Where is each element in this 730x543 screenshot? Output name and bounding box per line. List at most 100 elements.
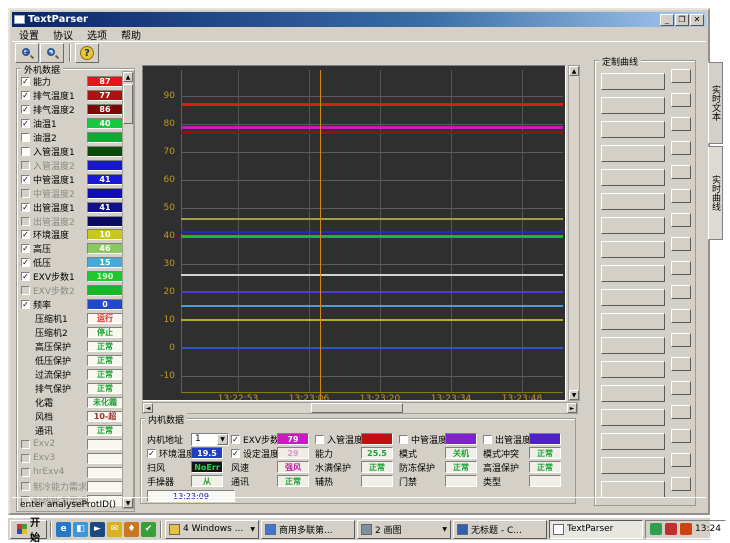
checkbox[interactable]: ✓	[21, 91, 30, 100]
curve-slot-button[interactable]	[601, 73, 665, 90]
antivirus-icon[interactable]	[680, 523, 692, 535]
chart-vertical-scrollbar[interactable]: ▲ ▼	[568, 65, 580, 401]
curve-slot-button[interactable]	[601, 121, 665, 138]
checkbox[interactable]: ✓	[21, 272, 30, 281]
checkbox[interactable]	[483, 435, 492, 444]
curve-slot-button[interactable]	[601, 145, 665, 162]
curve-slot-small-button[interactable]	[671, 237, 691, 251]
taskbar-button[interactable]: 2 画图▼	[357, 520, 451, 539]
zoom-out-button[interactable]: -	[40, 43, 64, 63]
curve-slot-button[interactable]	[601, 337, 665, 354]
checkbox[interactable]: ✓	[21, 300, 30, 309]
curve-slot-small-button[interactable]	[671, 333, 691, 347]
curve-slot-small-button[interactable]	[671, 453, 691, 467]
taskbar-button[interactable]: 4 Windows ...▼	[165, 520, 259, 539]
scroll-left-icon[interactable]: ◄	[143, 403, 153, 413]
curve-slot-small-button[interactable]	[671, 213, 691, 227]
network-icon[interactable]	[665, 523, 677, 535]
checkbox[interactable]: ✓	[231, 435, 240, 444]
checkbox[interactable]: ✓	[21, 230, 30, 239]
curve-slot-small-button[interactable]	[671, 261, 691, 275]
chart-cursor-line[interactable]	[320, 70, 321, 401]
chart-scroll-thumb[interactable]	[311, 403, 403, 413]
curve-slot-small-button[interactable]	[671, 189, 691, 203]
curve-slot-small-button[interactable]	[671, 309, 691, 323]
curve-slot-small-button[interactable]	[671, 429, 691, 443]
chevron-down-icon[interactable]: ▼	[217, 434, 228, 445]
restore-button[interactable]: ❐	[675, 14, 689, 26]
checkbox[interactable]	[21, 133, 30, 142]
curve-slot-small-button[interactable]	[671, 117, 691, 131]
check-icon[interactable]: ✔	[141, 522, 156, 537]
menu-item-0[interactable]: 设置	[12, 27, 46, 42]
checkbox[interactable]: ✓	[21, 119, 30, 128]
menu-item-1[interactable]: 协议	[46, 27, 80, 42]
curve-slot-small-button[interactable]	[671, 285, 691, 299]
curve-slot-button[interactable]	[601, 385, 665, 402]
player-icon[interactable]: ►	[90, 522, 105, 537]
checkbox[interactable]: ✓	[147, 449, 156, 458]
menu-item-2[interactable]: 选项	[80, 27, 114, 42]
checkbox[interactable]: ✓	[21, 175, 30, 184]
curve-slot-small-button[interactable]	[671, 405, 691, 419]
scroll-right-icon[interactable]: ►	[567, 403, 577, 413]
curve-slot-small-button[interactable]	[671, 477, 691, 491]
outdoor-scroll-thumb[interactable]	[123, 84, 133, 124]
checkbox[interactable]: ✓	[231, 449, 240, 458]
realtime-curve-chart[interactable]: 9080706050403020100-1013:22:5313:23:0613…	[142, 65, 566, 401]
ie-icon[interactable]: e	[56, 522, 71, 537]
curve-slot-button[interactable]	[601, 97, 665, 114]
taskbar-button-label: 4 Windows ...	[183, 524, 250, 534]
tab-realtime-text[interactable]: 实时文本	[708, 62, 723, 144]
curve-slot-button[interactable]	[601, 193, 665, 210]
curve-slot-button[interactable]	[601, 433, 665, 450]
checkbox[interactable]	[399, 435, 408, 444]
checkbox[interactable]: ✓	[21, 105, 30, 114]
indoor-address-dropdown[interactable]: 1▼	[191, 433, 229, 446]
outdoor-item-row: 过流保护正常	[19, 368, 123, 381]
scroll-down-icon[interactable]: ▼	[569, 390, 579, 400]
outdoor-item-label: 出管温度1	[33, 201, 75, 214]
curve-slot-small-button[interactable]	[671, 165, 691, 179]
checkbox[interactable]: ✓	[21, 77, 30, 86]
curve-slot-button[interactable]	[601, 289, 665, 306]
chart-horizontal-scrollbar[interactable]: ◄ ►	[142, 402, 578, 414]
curve-slot-button[interactable]	[601, 457, 665, 474]
curve-slot-button[interactable]	[601, 361, 665, 378]
menu-item-3[interactable]: 帮助	[114, 27, 148, 42]
curve-slot-button[interactable]	[601, 241, 665, 258]
curve-slot-small-button[interactable]	[671, 357, 691, 371]
scroll-up-icon[interactable]: ▲	[569, 66, 579, 76]
zoom-in-button[interactable]: +	[15, 43, 39, 63]
checkbox[interactable]	[315, 435, 324, 444]
start-button[interactable]: 开始	[10, 520, 47, 539]
curve-slot-small-button[interactable]	[671, 69, 691, 83]
taskbar-button[interactable]: 商用多联第...	[261, 520, 355, 539]
help-button[interactable]: ?	[75, 43, 99, 63]
curve-slot-button[interactable]	[601, 481, 665, 498]
checkbox[interactable]: ✓	[21, 244, 30, 253]
curve-slot-button[interactable]	[601, 217, 665, 234]
lock-icon[interactable]: ♦	[124, 522, 139, 537]
mail-icon[interactable]: ✉	[107, 522, 122, 537]
minimize-button[interactable]: _	[660, 14, 674, 26]
curve-slot-small-button[interactable]	[671, 93, 691, 107]
checkbox[interactable]: ✓	[21, 258, 30, 267]
curve-slot-button[interactable]	[601, 169, 665, 186]
desktop-icon[interactable]: ◧	[73, 522, 88, 537]
scroll-up-icon[interactable]: ▲	[123, 72, 133, 82]
checkbox[interactable]: ✓	[21, 203, 30, 212]
checkbox[interactable]	[21, 147, 30, 156]
close-button[interactable]: ✕	[690, 14, 704, 26]
tab-realtime-curve[interactable]: 实时曲线	[708, 146, 723, 240]
curve-slot-small-button[interactable]	[671, 381, 691, 395]
curve-slot-button[interactable]	[601, 313, 665, 330]
title-bar[interactable]: TextParser _ ❐ ✕	[12, 12, 706, 27]
outdoor-scrollbar[interactable]: ▲ ▼	[122, 71, 134, 509]
curve-slot-button[interactable]	[601, 409, 665, 426]
volume-icon[interactable]	[650, 523, 662, 535]
curve-slot-button[interactable]	[601, 265, 665, 282]
curve-slot-small-button[interactable]	[671, 141, 691, 155]
taskbar-button[interactable]: TextParser	[549, 520, 643, 539]
taskbar-button[interactable]: 无标题 - C...	[453, 520, 547, 539]
